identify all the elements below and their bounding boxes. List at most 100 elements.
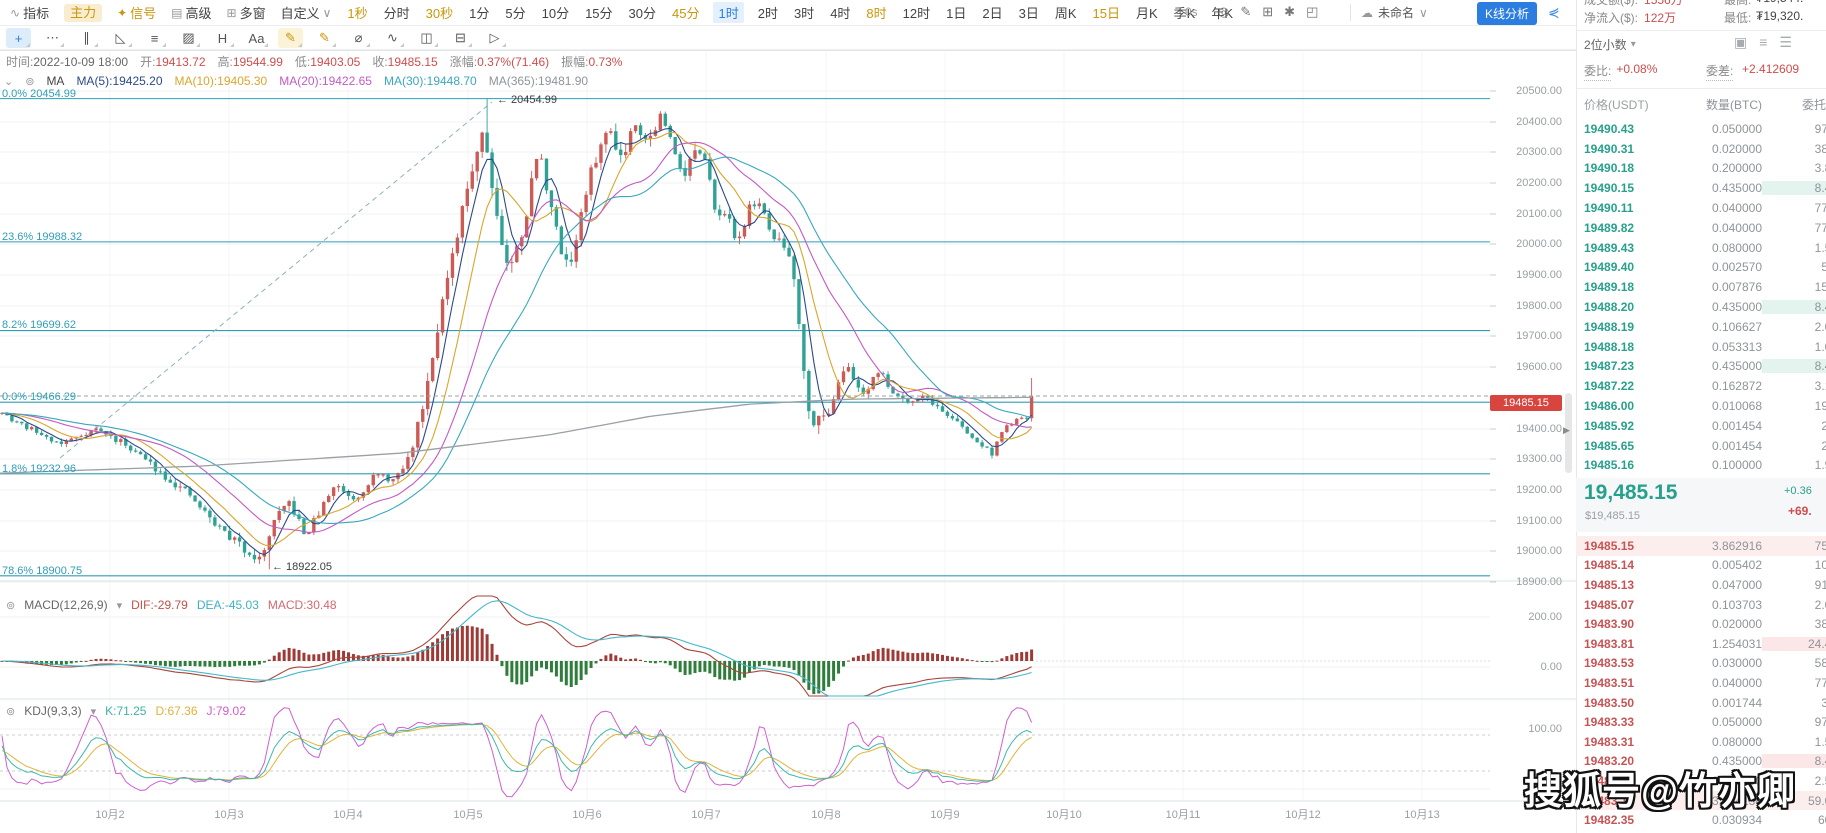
timeframe-button[interactable]: 2时 (758, 3, 778, 22)
timeframe-button[interactable]: 1分 (469, 3, 489, 22)
bid-row[interactable]: 19483.50 0.001744 33. (1576, 693, 1826, 713)
ask-row[interactable]: 19489.18 0.007876 153. (1576, 277, 1826, 297)
view-toggle-icon[interactable]: ☰ (1779, 34, 1792, 51)
drawing-tool-icon: ∿ (387, 30, 398, 46)
toolbar-action-icon[interactable]: ◰ (1306, 4, 1318, 20)
drawing-tool-button[interactable]: ⊟ (448, 28, 473, 48)
ask-row[interactable]: 19486.00 0.010068 196. (1576, 396, 1826, 416)
time-tick-label: 10月12 (1285, 806, 1320, 822)
toolbar-menu-item[interactable]: 主力 (64, 4, 102, 22)
timeframe-button[interactable]: 1日 (946, 3, 966, 22)
timeframe-button[interactable]: 分时 (384, 3, 410, 22)
bid-row[interactable]: 19485.14 0.005402 105. (1576, 556, 1826, 576)
time-tick-label: 10月11 (1166, 806, 1201, 822)
timeframe-button[interactable]: 45分 (672, 3, 699, 22)
timeframe-button[interactable]: 10分 (542, 3, 569, 22)
timeframe-button[interactable]: 30分 (629, 3, 656, 22)
view-toggle-icon[interactable]: ≡ (1759, 34, 1767, 51)
timeframe-button[interactable]: 4时 (830, 3, 850, 22)
toolbar-menu-item[interactable]: ▤高级 (171, 3, 211, 22)
timeframe-button[interactable]: 3时 (794, 3, 814, 22)
drawing-tool-button[interactable]: ✎ (278, 28, 303, 48)
ask-row[interactable]: 19485.65 0.001454 28. (1576, 436, 1826, 456)
decimals-dropdown[interactable]: 2位小数 ▾ (1584, 36, 1636, 53)
chevron-down-icon[interactable]: ▾ (91, 705, 97, 718)
timeframe-button[interactable]: 3日 (1019, 3, 1039, 22)
toolbar-action-icon[interactable]: ⊞ (1262, 4, 1273, 20)
toolbar-item-label: 信号 (130, 3, 156, 22)
ask-row[interactable]: 19487.23 0.435000 8.47 (1576, 357, 1826, 377)
drawing-tool-button[interactable]: ∿ (380, 28, 405, 48)
drawing-tool-icon: ∥ (83, 30, 90, 46)
toolbar-action-icon[interactable]: ◎ (1218, 4, 1229, 20)
bid-row[interactable]: 19485.15 3.862916 75.2 (1576, 536, 1826, 556)
alert-bell-icon[interactable]: ⊚ (6, 599, 15, 612)
panel-collapse-arrow[interactable]: ▶ (1563, 425, 1570, 436)
timeframe-button[interactable]: 12时 (903, 3, 930, 22)
toolbar-action-icon[interactable]: ✎ (1240, 4, 1251, 20)
toolbar-left-group: ∿指标 主力 ✦信号 ▤高级 ⊞多窗 自定义∨ (0, 3, 331, 22)
ask-row[interactable]: 19489.82 0.040000 779. (1576, 218, 1826, 238)
drawing-tool-button[interactable]: ⌀ (346, 28, 371, 48)
chevron-down-icon[interactable]: ▾ (117, 599, 123, 612)
drawing-tool-button[interactable]: Aa (244, 28, 269, 48)
timeframe-button[interactable]: 2日 (982, 3, 1002, 22)
toolbar-menu-item[interactable]: ∿指标 (10, 3, 49, 22)
bid-row[interactable]: 19485.07 0.103703 2.02 (1576, 595, 1826, 615)
drawing-tool-button[interactable]: ⋯ (40, 28, 65, 48)
drawing-tool-button[interactable]: ▨ (176, 28, 201, 48)
top-toolbar: ∿指标 主力 ✦信号 ▤高级 ⊞多窗 自定义∨ (0, 0, 1576, 25)
bid-row[interactable]: 19483.53 0.030000 584. (1576, 654, 1826, 674)
timeframe-button[interactable]: 周K (1055, 3, 1077, 22)
kline-analysis-button[interactable]: K线分析 (1477, 2, 1537, 25)
toolbar-menu-item[interactable]: ✦信号 (117, 3, 156, 22)
timeframe-button[interactable]: 月K (1136, 3, 1158, 22)
turnover-stat-row: 成交额($): 1556万 最高: ₮19,544. (1584, 0, 1683, 8)
bid-row[interactable]: 19483.51 0.040000 779. (1576, 673, 1826, 693)
bid-row[interactable]: 19483.81 1.254031 24.43 (1576, 634, 1826, 654)
bid-row[interactable]: 19483.90 0.020000 389. (1576, 614, 1826, 634)
drawing-tool-button[interactable]: H (210, 28, 235, 48)
timeframe-button[interactable]: 15日 (1093, 3, 1120, 22)
ask-row[interactable]: 19490.18 0.200000 3.89 (1576, 159, 1826, 179)
toolbar-menu-item[interactable]: 自定义∨ (281, 3, 332, 22)
ma-value: MA(30):19448.70 (384, 74, 477, 88)
ask-row[interactable]: 19485.92 0.001454 28. (1576, 416, 1826, 436)
alert-bell-icon[interactable]: ⊚ (25, 75, 34, 88)
drawing-tool-button[interactable]: ∥ (74, 28, 99, 48)
drawing-tool-button[interactable]: + (6, 28, 31, 48)
timeframe-button[interactable]: 5分 (505, 3, 525, 22)
collapse-chevron-icon[interactable]: ⌄ (4, 75, 13, 88)
toolbar-action-icon[interactable]: ✱ (1284, 4, 1295, 20)
timeframe-button[interactable]: 1秒 (347, 3, 367, 22)
drawing-tool-button[interactable]: ◺ (108, 28, 133, 48)
bid-row[interactable]: 19483.33 0.050000 974. (1576, 712, 1826, 732)
ask-row[interactable]: 19488.20 0.435000 8.47 (1576, 297, 1826, 317)
ask-row[interactable]: 19487.22 0.162872 3.17 (1576, 376, 1826, 396)
ask-row[interactable]: 19490.15 0.435000 8.47 (1576, 178, 1826, 198)
drawing-tool-button[interactable]: ▷ (482, 28, 507, 48)
ask-row[interactable]: 19490.43 0.050000 974. (1576, 119, 1826, 139)
ask-row[interactable]: 19489.40 0.002570 50. (1576, 258, 1826, 278)
alert-bell-icon[interactable]: ⊚ (6, 705, 15, 718)
timeframe-button[interactable]: 1时 (713, 2, 743, 23)
drawing-tool-button[interactable]: ◫ (414, 28, 439, 48)
bid-row[interactable]: 19485.13 0.047000 915. (1576, 575, 1826, 595)
ask-row[interactable]: 19490.31 0.020000 389. (1576, 139, 1826, 159)
drawing-tool-button[interactable]: ✎ (312, 28, 337, 48)
ask-row[interactable]: 19490.11 0.040000 779. (1576, 198, 1826, 218)
workspace-selector[interactable]: ☁ 未命名 ∨ (1350, 4, 1428, 21)
toolbar-menu-item[interactable]: ⊞多窗 (227, 3, 266, 22)
drawing-tool-button[interactable]: ≡ (142, 28, 167, 48)
view-toggle-icon[interactable]: ▣ (1734, 34, 1747, 51)
ask-row[interactable]: 19488.18 0.053313 1.03 (1576, 337, 1826, 357)
bid-row[interactable]: 19483.31 0.080000 1.55 (1576, 732, 1826, 752)
ask-row[interactable]: 19488.19 0.106627 2.07 (1576, 317, 1826, 337)
timeframe-button[interactable]: 8时 (866, 3, 886, 22)
ohlc-field: 低:19403.05 (295, 53, 360, 70)
timeframe-button[interactable]: 15分 (585, 3, 612, 22)
ask-row[interactable]: 19489.43 0.080000 1.55 (1576, 238, 1826, 258)
timeframe-button[interactable]: 30秒 (426, 3, 453, 22)
ask-row[interactable]: 19485.16 0.100000 1.94 (1576, 456, 1826, 476)
share-icon[interactable]: ⋞ (1548, 4, 1560, 21)
